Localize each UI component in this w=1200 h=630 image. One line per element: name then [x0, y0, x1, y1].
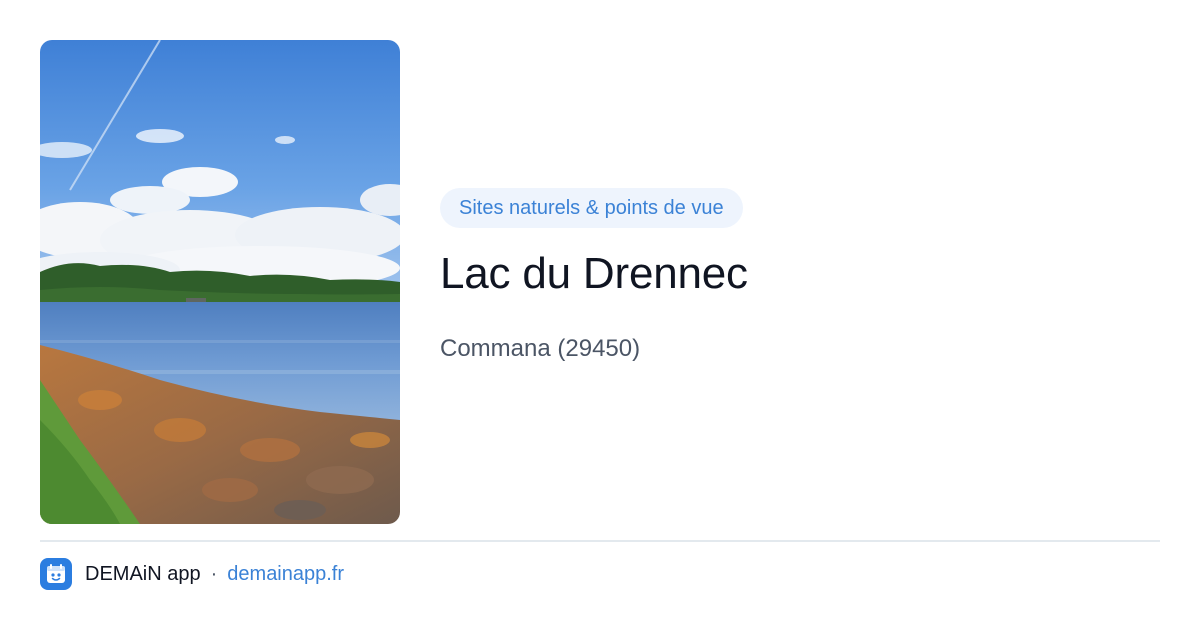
category-badge[interactable]: Sites naturels & points de vue: [440, 188, 743, 228]
lake-landscape-image: [40, 40, 400, 524]
footer: DEMAiN app · demainapp.fr: [40, 558, 344, 590]
footer-separator: ·: [210, 562, 218, 585]
footer-divider: [40, 540, 1160, 542]
place-photo: [40, 40, 400, 524]
place-location: Commana (29450): [440, 335, 641, 362]
share-card: Sites naturels & points de vue Lac du Dr…: [0, 0, 1200, 630]
place-title: Lac du Drennec: [440, 249, 748, 298]
place-info: Sites naturels & points de vue Lac du Dr…: [440, 188, 1160, 364]
app-website-link[interactable]: demainapp.fr: [227, 563, 344, 586]
app-name: DEMAiN app: [85, 562, 201, 585]
app-logo-icon[interactable]: [40, 558, 72, 590]
